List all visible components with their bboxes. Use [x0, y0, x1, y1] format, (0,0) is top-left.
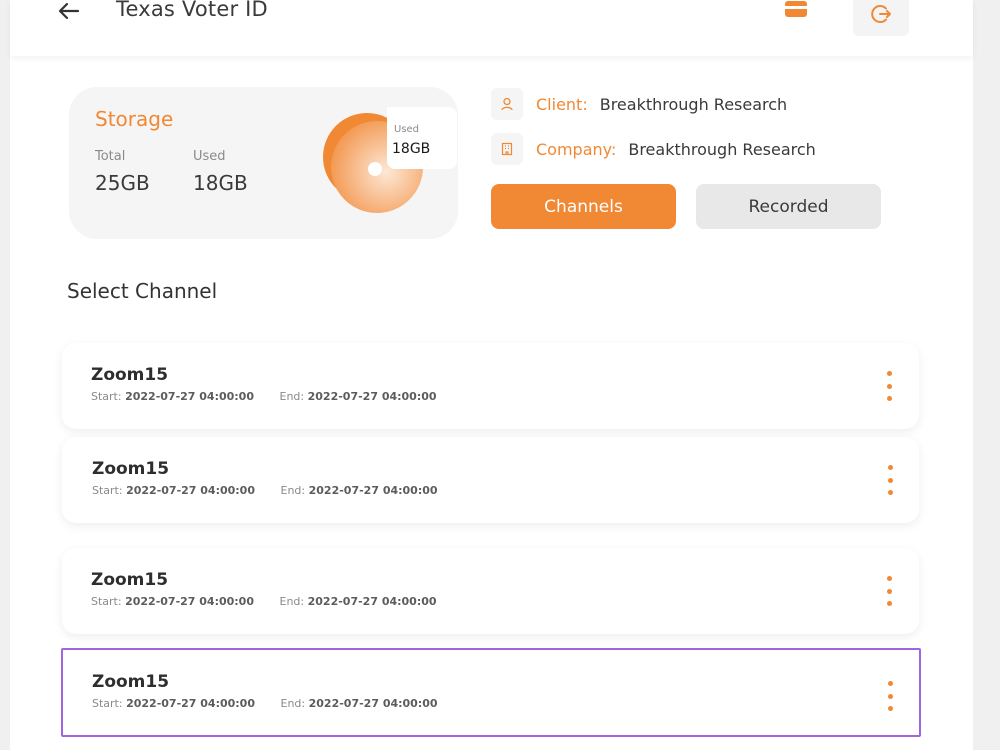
logout-button[interactable] — [853, 0, 909, 36]
card-icon — [785, 1, 807, 17]
channel-name: Zoom15 — [91, 365, 169, 385]
channel-card[interactable]: Zoom15 Start: 2022-07-27 04:00:00 End: 2… — [62, 343, 919, 429]
end-label: End: — [280, 484, 306, 497]
channel-card-selected[interactable]: Zoom15 Start: 2022-07-27 04:00:00 End: 2… — [61, 648, 921, 737]
end-value: 2022-07-27 04:00:00 — [307, 390, 437, 403]
company-row: Company: Breakthrough Research — [491, 133, 816, 165]
start-value: 2022-07-27 04:00:00 — [126, 484, 255, 497]
channel-times: Start: 2022-07-27 04:00:00 End: 2022-07-… — [92, 484, 438, 497]
start-value: 2022-07-27 04:00:00 — [125, 595, 254, 608]
more-options-icon[interactable] — [880, 576, 898, 606]
channel-card[interactable]: Zoom15 Start: 2022-07-27 04:00:00 End: 2… — [62, 548, 919, 634]
logout-icon — [871, 5, 891, 23]
client-label: Client: — [536, 94, 588, 114]
card-button[interactable] — [784, 0, 810, 20]
start-label: Start: — [91, 390, 122, 403]
used-tooltip-label: Used — [394, 124, 420, 135]
channel-times: Start: 2022-07-27 04:00:00 End: 2022-07-… — [91, 390, 437, 403]
start-label: Start: — [92, 484, 123, 497]
channel-name: Zoom15 — [92, 672, 170, 692]
storage-card: Storage Total 25GB Used 18GB Used 18GB — [69, 87, 458, 239]
end-value: 2022-07-27 04:00:00 — [308, 697, 438, 710]
client-value: Breakthrough Research — [599, 94, 788, 114]
start-label: Start: — [92, 697, 123, 710]
building-icon — [491, 133, 523, 165]
channel-times: Start: 2022-07-27 04:00:00 End: 2022-07-… — [92, 697, 438, 710]
arrow-left-icon — [58, 2, 80, 20]
start-label: Start: — [91, 595, 122, 608]
more-options-icon[interactable] — [881, 681, 899, 711]
storage-title: Storage — [95, 107, 174, 131]
used-label: Used — [193, 149, 226, 164]
end-label: End: — [280, 697, 306, 710]
more-options-icon[interactable] — [880, 371, 898, 401]
start-value: 2022-07-27 04:00:00 — [125, 390, 254, 403]
start-value: 2022-07-27 04:00:00 — [126, 697, 255, 710]
end-value: 2022-07-27 04:00:00 — [307, 595, 437, 608]
channel-name: Zoom15 — [91, 570, 169, 590]
user-icon — [491, 88, 523, 120]
end-label: End: — [279, 390, 305, 403]
section-title: Select Channel — [67, 279, 218, 303]
total-label: Total — [95, 149, 126, 164]
recorded-tab-button[interactable]: Recorded — [696, 184, 881, 229]
page-title: Texas Voter ID — [116, 0, 268, 21]
used-tooltip-value: 18GB — [392, 141, 431, 157]
channel-card[interactable]: Zoom15 Start: 2022-07-27 04:00:00 End: 2… — [62, 437, 919, 523]
end-label: End: — [279, 595, 305, 608]
more-options-icon[interactable] — [881, 465, 899, 495]
end-value: 2022-07-27 04:00:00 — [308, 484, 438, 497]
channels-tab-button[interactable]: Channels — [491, 184, 676, 229]
used-tooltip: Used 18GB — [387, 107, 457, 169]
used-value: 18GB — [193, 171, 248, 195]
client-row: Client: Breakthrough Research — [491, 88, 787, 120]
company-value: Breakthrough Research — [628, 139, 816, 159]
channel-times: Start: 2022-07-27 04:00:00 End: 2022-07-… — [91, 595, 437, 608]
channel-name: Zoom15 — [92, 459, 170, 479]
company-label: Company: — [536, 139, 617, 159]
total-value: 25GB — [95, 171, 150, 195]
back-button[interactable] — [56, 0, 82, 24]
